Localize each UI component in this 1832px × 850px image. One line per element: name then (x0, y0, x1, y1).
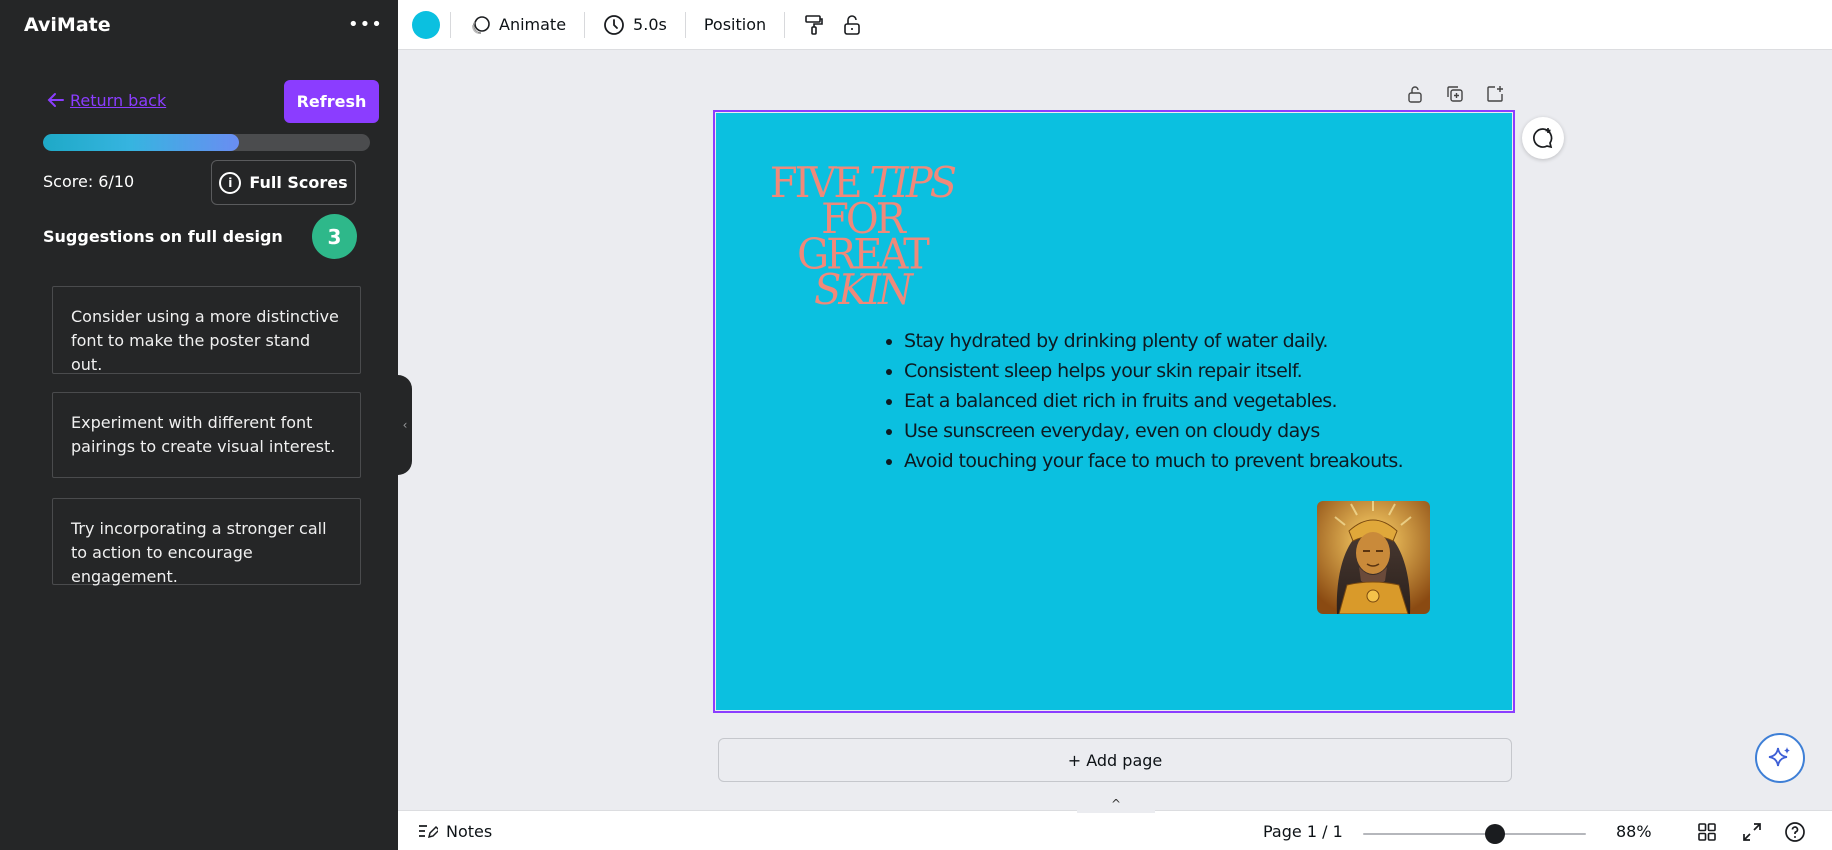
animate-button[interactable]: Animate (461, 14, 574, 36)
return-back-link[interactable]: Return back (46, 90, 166, 110)
side-panel: AviMate ••• Return back Refresh Score: 6… (0, 0, 398, 850)
slide-title[interactable]: FIVE TIPS FOR GREAT SKIN (752, 162, 972, 315)
top-toolbar: Animate 5.0s Position (398, 0, 1832, 50)
suggestion-text: Try incorporating a stronger call to act… (71, 519, 327, 586)
help-icon[interactable] (1784, 821, 1806, 843)
notes-button[interactable]: Notes (416, 820, 492, 842)
unlock-icon (844, 14, 860, 35)
toolbar-divider (684, 11, 686, 38)
arrow-left-icon (47, 93, 64, 107)
expand-pages-tab[interactable]: ^ (1077, 797, 1155, 813)
return-back-label: Return back (70, 90, 167, 110)
title-line-3: SKIN (813, 266, 913, 315)
magic-assistant-button[interactable] (1755, 733, 1805, 783)
bottom-bar: ^ Notes Page 1 / 1 88% (398, 797, 1832, 850)
animate-icon (472, 15, 490, 34)
list-item: Avoid touching your face to much to prev… (904, 446, 1404, 476)
list-item: Stay hydrated by drinking plenty of wate… (904, 326, 1403, 356)
paint-roller-icon (805, 14, 823, 35)
duration-button[interactable]: 5.0s (595, 14, 675, 36)
chevron-left-icon: ‹ (402, 418, 408, 432)
color-swatch-button[interactable] (412, 10, 440, 39)
duplicate-page-icon[interactable] (1445, 84, 1465, 104)
add-comment-button[interactable] (1522, 117, 1564, 159)
toolbar-divider (784, 11, 786, 38)
full-scores-label: Full Scores (249, 173, 348, 192)
design-slide[interactable]: FIVE TIPS FOR GREAT SKIN Stay hydrated b… (713, 110, 1515, 713)
position-button[interactable]: Position (696, 15, 774, 34)
zoom-level[interactable]: 88% (1616, 822, 1652, 841)
grid-view-icon[interactable] (1696, 821, 1718, 843)
duration-label: 5.0s (633, 15, 667, 34)
deity-avatar-image[interactable] (1317, 501, 1430, 614)
suggestion-card[interactable]: Try incorporating a stronger call to act… (52, 498, 361, 586)
list-item: Use sunscreen everyday, even on cloudy d… (904, 416, 1403, 446)
paint-roller-button[interactable] (795, 14, 833, 36)
animate-label: Animate (499, 15, 567, 34)
refresh-button[interactable]: Refresh (284, 80, 379, 123)
score-text: Score: 6/10 (43, 172, 135, 191)
score-progress-fill (43, 134, 240, 151)
page-indicator[interactable]: Page 1 / 1 (1263, 822, 1343, 841)
suggestions-title: Suggestions on full design (43, 227, 283, 246)
suggestion-card[interactable]: Experiment with different font pairings … (52, 392, 361, 478)
suggestions-count-badge: 3 (312, 214, 357, 259)
zoom-slider-handle[interactable] (1484, 824, 1505, 844)
notes-label: Notes (446, 821, 493, 841)
fullscreen-icon[interactable] (1741, 821, 1763, 843)
add-page-icon[interactable] (1485, 84, 1505, 104)
toolbar-divider (450, 11, 451, 38)
sparkle-icon (1768, 747, 1790, 767)
list-item: Consistent sleep helps your skin repair … (904, 356, 1403, 386)
position-label: Position (703, 15, 767, 34)
suggestion-card[interactable]: Consider using a more distinctive font t… (52, 286, 361, 374)
lock-button[interactable] (833, 14, 871, 36)
title-line-2: FOR GREAT (797, 195, 930, 279)
lock-page-icon[interactable] (1405, 84, 1425, 104)
more-options-icon[interactable]: ••• (348, 14, 383, 35)
zoom-slider-track[interactable] (1363, 833, 1586, 835)
comment-add-icon (1533, 128, 1553, 149)
page-tools (1405, 84, 1505, 104)
app-title: AviMate (24, 14, 111, 36)
full-scores-button[interactable]: i Full Scores (211, 160, 356, 205)
tips-list[interactable]: Stay hydrated by drinking plenty of wate… (904, 326, 1404, 476)
suggestion-text: Experiment with different font pairings … (71, 413, 336, 456)
clock-icon (604, 14, 624, 35)
toolbar-divider (584, 11, 586, 38)
notes-icon (419, 825, 438, 839)
add-page-button[interactable]: + Add page (718, 738, 1512, 782)
chevron-up-icon: ^ (1110, 797, 1122, 811)
collapse-panel-tab[interactable]: ‹ (398, 375, 412, 475)
score-progress-bar (43, 134, 370, 151)
info-icon: i (219, 171, 242, 194)
list-item: Eat a balanced diet rich in fruits and v… (904, 386, 1403, 416)
suggestion-text: Consider using a more distinctive font t… (71, 307, 339, 374)
